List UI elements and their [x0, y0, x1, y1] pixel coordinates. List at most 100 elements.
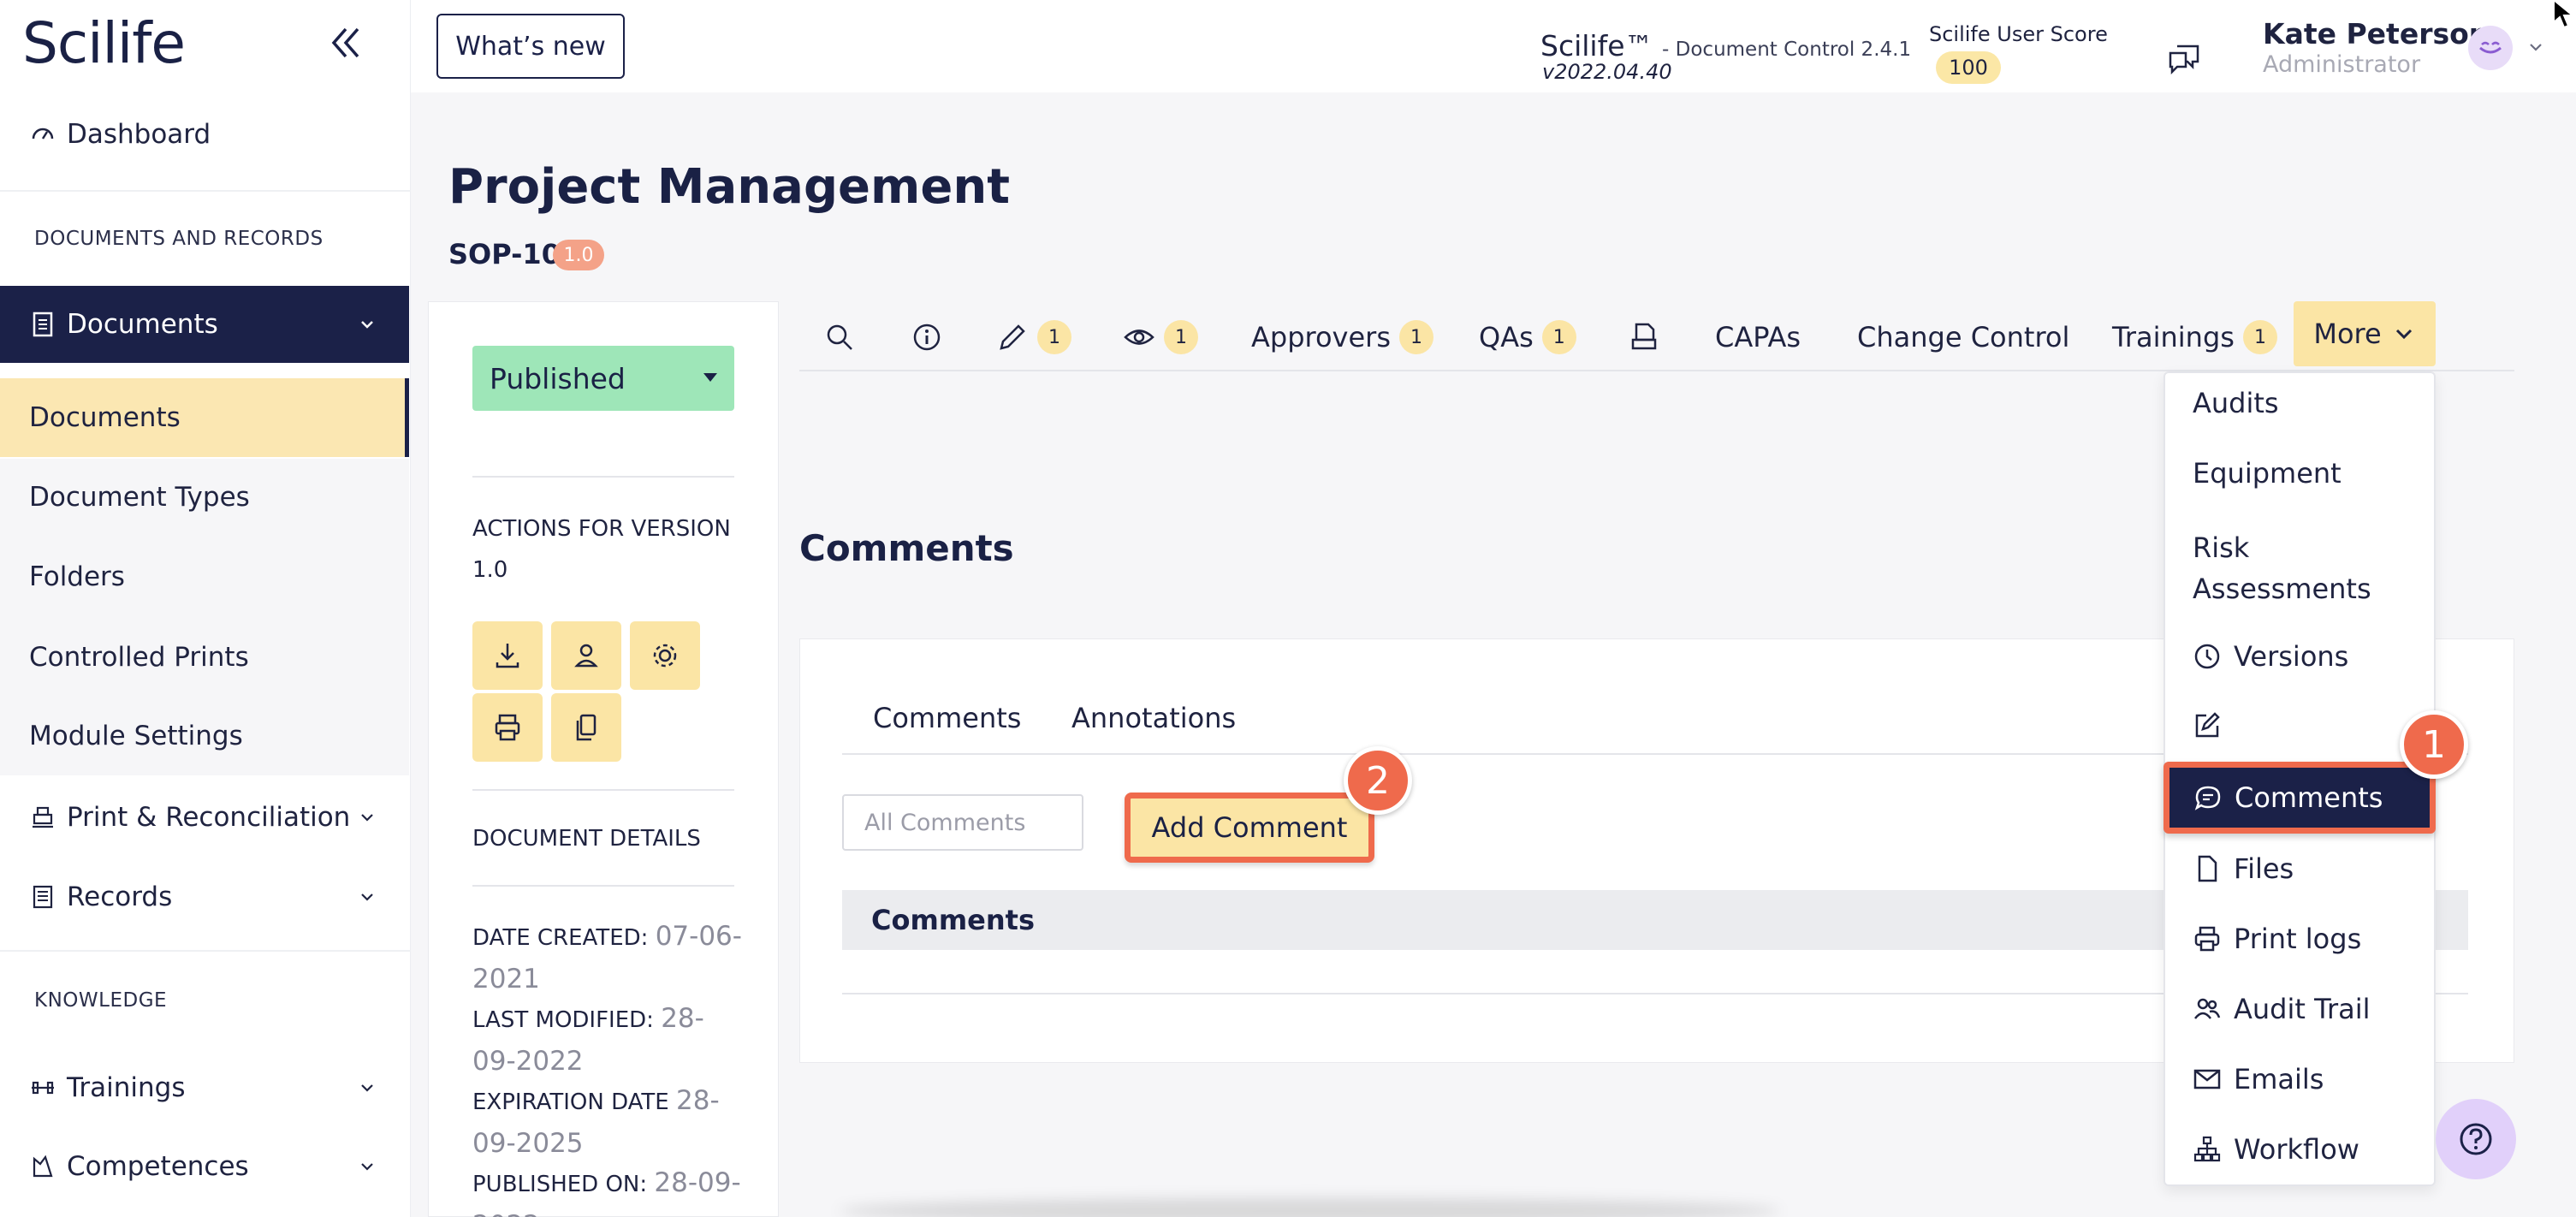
avatar[interactable]: [2468, 26, 2513, 70]
tab-approvers[interactable]: Approvers 1: [1251, 310, 1433, 365]
mouse-cursor-icon: [2550, 0, 2576, 31]
shadow: [839, 1198, 1780, 1217]
tab-edit[interactable]: 1: [996, 310, 1071, 365]
sidebar-item-competences[interactable]: Competences: [0, 1128, 409, 1205]
date-created: DATE CREATED: 07-06-2021: [472, 916, 746, 1001]
sidebar-item-label: Competences: [67, 1151, 249, 1182]
user-name[interactable]: Kate Peterson: [2263, 17, 2489, 50]
sidebar-item-label: Module Settings: [29, 721, 243, 751]
menu-item-audit-trail[interactable]: Audit Trail: [2193, 993, 2370, 1025]
chevron-down-icon[interactable]: [2525, 36, 2547, 58]
app-module: - Document Control 2.4.1: [1662, 39, 1912, 61]
sidebar-item-folders[interactable]: Folders: [0, 536, 409, 618]
more-tabs-button[interactable]: More: [2294, 301, 2436, 366]
tab-annotations[interactable]: Annotations: [1071, 702, 1236, 734]
settings-button[interactable]: [630, 621, 700, 690]
chevron-down-icon: [354, 312, 380, 337]
date-created-label: DATE CREATED:: [472, 925, 649, 951]
collapse-sidebar-icon[interactable]: [327, 24, 365, 62]
tab-trainings[interactable]: Trainings 1: [2112, 310, 2277, 365]
menu-item-comments[interactable]: Comments: [2163, 762, 2436, 834]
eye-icon: [1124, 329, 1154, 345]
app-title: Scilife™ - Document Control 2.4.1: [1540, 29, 1911, 62]
sidebar-group-documents[interactable]: Documents: [0, 286, 409, 363]
copy-icon: [576, 714, 597, 741]
menu-item-label: Audit Trail: [2234, 993, 2371, 1025]
actions-title: ACTIONS FOR VERSION 1.0: [472, 516, 731, 583]
sidebar-item-trainings[interactable]: Trainings: [0, 1049, 409, 1126]
divider: [472, 885, 734, 887]
whats-new-button[interactable]: What’s new: [436, 14, 625, 79]
print-document-icon: [1631, 323, 1657, 350]
info-icon: [913, 324, 941, 351]
expiration-date: EXPIRATION DATE 28-09-2025: [472, 1080, 746, 1166]
user-score-label: Scilife User Score: [1929, 22, 2108, 46]
menu-item-label: Versions: [2234, 640, 2349, 673]
menu-item-equipment[interactable]: Equipment: [2193, 457, 2342, 490]
menu-item-edit-history[interactable]: [2193, 710, 2222, 739]
menu-item-label: Risk Assessments: [2193, 531, 2371, 605]
dumbbell-icon: [26, 1071, 60, 1105]
print-stamp-icon: [26, 800, 60, 834]
chat-icon[interactable]: [2165, 39, 2203, 77]
divider: [472, 789, 734, 791]
sidebar-item-document-types[interactable]: Document Types: [0, 459, 409, 536]
tab-view[interactable]: 1: [1123, 310, 1198, 365]
question-icon: [2460, 1123, 2492, 1155]
sidebar-item-module-settings[interactable]: Module Settings: [0, 697, 409, 775]
menu-item-files[interactable]: Files: [2193, 852, 2294, 885]
more-label: More: [2313, 318, 2382, 350]
tab-print-documents[interactable]: [1628, 310, 1660, 365]
workflow-icon: [2193, 1135, 2222, 1164]
menu-item-emails[interactable]: Emails: [2193, 1063, 2324, 1095]
chevron-down-icon: [354, 804, 380, 830]
sidebar-item-dashboard[interactable]: Dashboard: [0, 96, 409, 173]
tab-capas[interactable]: CAPAs: [1715, 310, 1801, 365]
document-icon: [26, 307, 60, 341]
version-badge: 1.0: [553, 240, 604, 270]
tab-info[interactable]: [911, 310, 943, 365]
chevron-down-icon: [354, 884, 380, 910]
status-value: Published: [490, 361, 626, 395]
sidebar-item-documents[interactable]: Documents: [0, 378, 409, 457]
menu-item-label: Equipment: [2193, 457, 2342, 490]
file-icon: [2193, 854, 2222, 883]
gear-icon: [653, 644, 677, 668]
tab-qas[interactable]: QAs 1: [1479, 310, 1576, 365]
menu-item-workflow[interactable]: Workflow: [2193, 1133, 2359, 1166]
section-title-documents: DOCUMENTS AND RECORDS: [34, 228, 323, 250]
print-button[interactable]: [472, 693, 543, 762]
user-icon: [574, 644, 598, 668]
assign-user-button[interactable]: [551, 621, 621, 690]
download-button[interactable]: [472, 621, 543, 690]
app-version: v2022.04.40: [1542, 60, 1672, 84]
sidebar-item-label: Controlled Prints: [29, 642, 249, 673]
gauge-icon: [26, 117, 60, 151]
copy-button[interactable]: [551, 693, 621, 762]
add-comment-button[interactable]: Add Comment: [1125, 793, 1374, 863]
sidebar-item-controlled-prints[interactable]: Controlled Prints: [0, 618, 409, 697]
scilife-logo[interactable]: Scilife: [22, 10, 186, 76]
sidebar-item-print-reconciliation[interactable]: Print & Reconciliation: [0, 779, 409, 856]
help-button[interactable]: [2436, 1099, 2516, 1179]
divider: [0, 190, 411, 192]
sidebar-item-label: Dashboard: [67, 119, 211, 150]
menu-item-risk-assessments[interactable]: Risk Assessments: [2193, 527, 2398, 609]
tab-change-control[interactable]: Change Control: [1857, 310, 2069, 365]
document-details-title: DOCUMENT DETAILS: [472, 826, 701, 852]
tab-search[interactable]: [823, 310, 856, 365]
chevron-down-icon: [354, 1075, 380, 1101]
menu-item-print-logs[interactable]: Print logs: [2193, 923, 2361, 955]
sidebar-item-records[interactable]: Records: [0, 858, 409, 935]
comments-filter-input[interactable]: [842, 794, 1083, 851]
tab-comments[interactable]: Comments: [873, 702, 1021, 734]
view-count-badge: 1: [1164, 320, 1198, 354]
menu-item-audits[interactable]: Audits: [2193, 387, 2279, 419]
status-dropdown[interactable]: Published: [472, 346, 734, 411]
menu-item-versions[interactable]: Versions: [2193, 640, 2348, 673]
qas-count-badge: 1: [1541, 320, 1576, 354]
comment-icon: [2193, 783, 2223, 812]
app-name: Scilife™: [1540, 29, 1653, 62]
menu-item-label: Comments: [2235, 781, 2383, 814]
printer-icon: [495, 714, 520, 741]
